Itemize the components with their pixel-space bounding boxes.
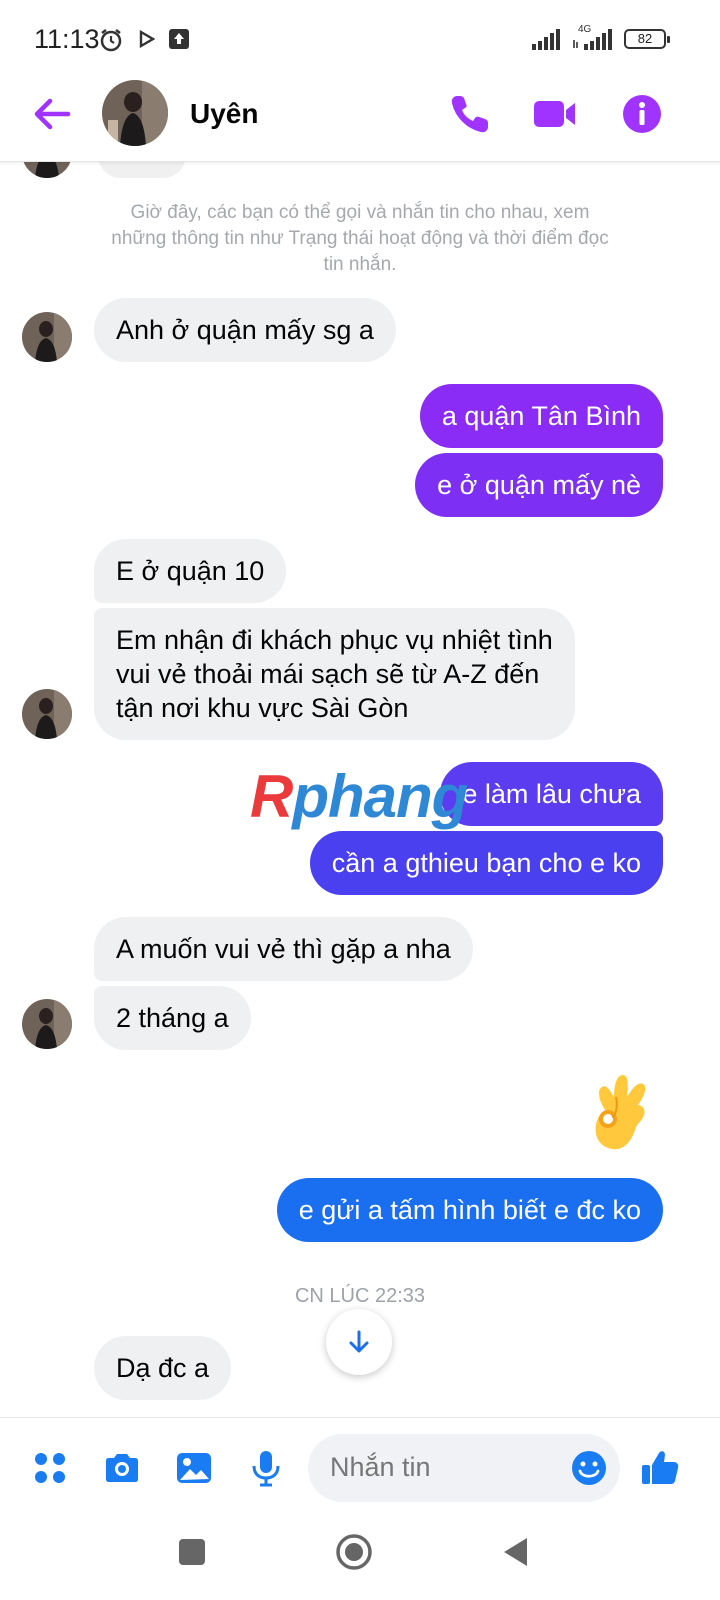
- composer-bar: Nhắn tin: [0, 1417, 720, 1517]
- contact-avatar[interactable]: [102, 80, 168, 146]
- contact-name[interactable]: Uyên: [190, 98, 258, 130]
- gallery-icon[interactable]: [174, 1448, 214, 1488]
- status-bar: 11:13 4G 82: [0, 0, 720, 80]
- recent-apps-icon[interactable]: [172, 1532, 212, 1572]
- back-navigation-icon[interactable]: [496, 1532, 536, 1572]
- signal-bars-4g-icon: [573, 29, 612, 50]
- phone-icon[interactable]: [446, 90, 494, 138]
- play-store-icon: [139, 30, 156, 48]
- back-arrow-icon[interactable]: [30, 92, 74, 136]
- message-bubble-outgoing[interactable]: e gửi a tấm hình biết e đc ko: [276, 1178, 663, 1242]
- chat-header: Uyên: [0, 72, 720, 162]
- upload-notification-icon: [169, 29, 189, 49]
- message-bubble-outgoing[interactable]: e làm lâu chưa: [440, 762, 663, 826]
- message-timestamp: CN LÚC 22:33: [294, 1285, 426, 1307]
- system-navigation-bar: [0, 1517, 720, 1600]
- message-bubble-outgoing[interactable]: a quận Tân Bình: [419, 384, 663, 448]
- message-bubble-incoming[interactable]: Em nhận đi khách phục vụ nhiệt tình vui …: [94, 608, 575, 740]
- system-notice: Giờ đây, các bạn có thể gọi và nhắn tin …: [111, 202, 609, 275]
- emoji-icon[interactable]: [570, 1449, 608, 1487]
- ok-hand-emoji[interactable]: [586, 1067, 658, 1157]
- arrow-down-icon: [349, 1330, 369, 1353]
- message-bubble-incoming[interactable]: Dạ đc a: [94, 1336, 232, 1400]
- message-bubble-incoming[interactable]: A muốn vui vẻ thì gặp a nha: [94, 917, 473, 981]
- message-bubble-incoming[interactable]: 2 tháng a: [94, 986, 251, 1050]
- scroll-to-bottom-button[interactable]: [326, 1309, 392, 1375]
- message-bubble-partial: [98, 162, 186, 178]
- alarm-icon: [100, 29, 122, 52]
- home-icon[interactable]: [334, 1532, 374, 1572]
- sender-avatar: [22, 312, 72, 362]
- status-time: 11:13: [34, 24, 100, 54]
- message-list[interactable]: Giờ đây, các bạn có thể gọi và nhắn tin …: [0, 162, 720, 1417]
- sender-avatar: [22, 689, 72, 739]
- message-bubble-incoming[interactable]: E ở quận 10: [94, 539, 287, 603]
- menu-grid-icon[interactable]: [30, 1448, 70, 1488]
- video-camera-icon[interactable]: [530, 90, 578, 138]
- thumbs-up-icon[interactable]: [640, 1448, 680, 1488]
- message-bubble-incoming[interactable]: Anh ở quận mấy sg a: [94, 298, 396, 362]
- sender-avatar: [22, 999, 72, 1049]
- watermark-logo: Rphang: [250, 763, 468, 830]
- camera-icon[interactable]: [102, 1448, 142, 1488]
- info-icon[interactable]: [618, 90, 666, 138]
- message-input-placeholder: Nhắn tin: [330, 1452, 431, 1482]
- sender-avatar: [22, 162, 72, 178]
- battery-indicator: 82: [624, 29, 670, 49]
- message-bubble-outgoing[interactable]: cần a gthieu bạn cho e ko: [309, 831, 663, 895]
- message-bubble-outgoing[interactable]: e ở quận mấy nè: [415, 453, 663, 517]
- microphone-icon[interactable]: [246, 1448, 286, 1488]
- signal-bars-icon: [532, 29, 560, 50]
